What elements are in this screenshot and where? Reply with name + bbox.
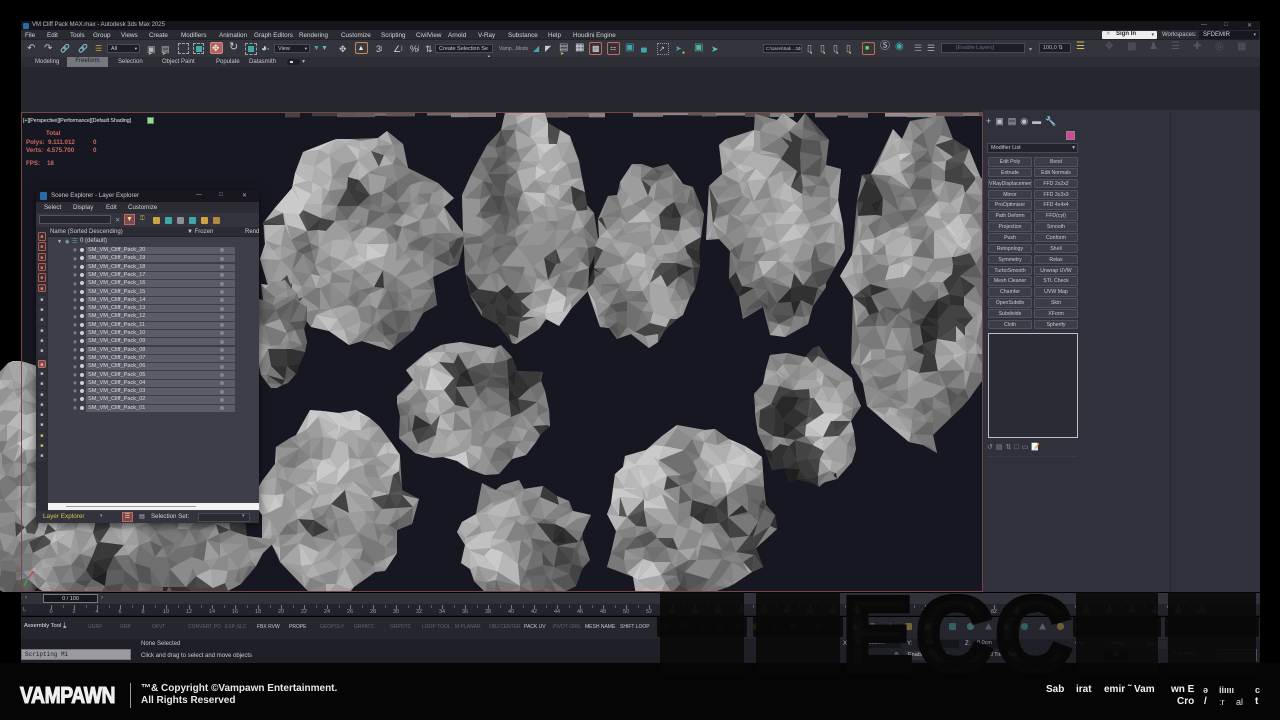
svg-text:z: z [33, 567, 36, 573]
